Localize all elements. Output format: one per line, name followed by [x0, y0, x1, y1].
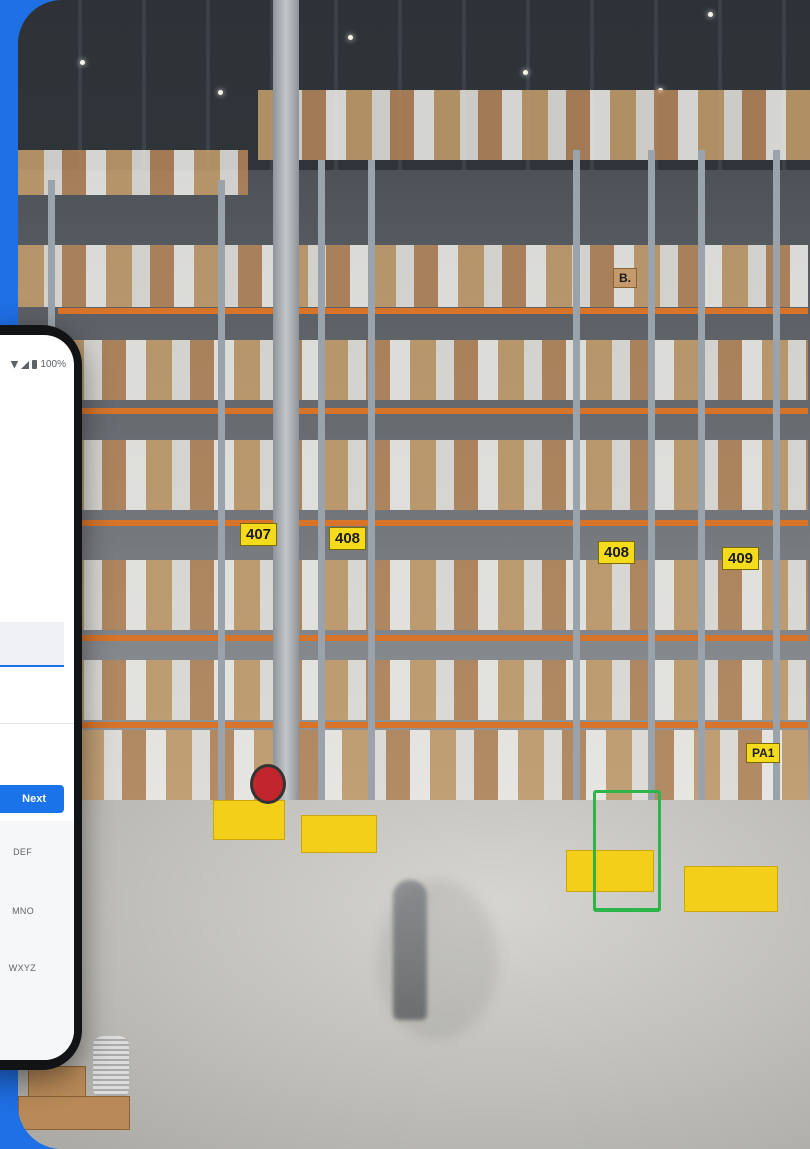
- ceiling-light: [80, 60, 85, 65]
- ceiling-light: [708, 12, 713, 17]
- rack-upright: [218, 180, 225, 810]
- keypad-key-wxyz[interactable]: WXYZ: [9, 963, 36, 973]
- yellow-bumper: [301, 815, 377, 853]
- stock-row: [58, 560, 808, 630]
- stock-row: [258, 90, 810, 160]
- divider: [0, 723, 74, 724]
- next-button[interactable]: Next: [0, 785, 64, 813]
- rack-upright: [573, 150, 580, 860]
- phone-screen: 100% Next DEF MNO WXYZ: [0, 335, 74, 1060]
- ceiling-light: [523, 70, 528, 75]
- rack-upright: [648, 150, 655, 860]
- pallet: [18, 1096, 130, 1130]
- wifi-icon: [10, 360, 19, 369]
- support-column: [273, 0, 299, 840]
- battery-level: 100%: [40, 359, 66, 370]
- rack-upright: [773, 150, 780, 880]
- aisle-sign: 407: [240, 523, 278, 546]
- ceiling-light: [218, 90, 223, 95]
- warehouse-photo: 407 408 408 409 PA1 B.: [18, 0, 810, 1149]
- rack-upright: [318, 160, 325, 840]
- keypad-key-mno[interactable]: MNO: [12, 906, 34, 916]
- aisle-sign: B.: [613, 268, 637, 288]
- blurred-person: [393, 880, 427, 1020]
- status-bar: 100%: [10, 359, 66, 370]
- wire-coil: [93, 1036, 129, 1098]
- green-cart: [593, 790, 661, 912]
- phone-mockup: 100% Next DEF MNO WXYZ: [0, 325, 82, 1070]
- rack-beam: [58, 308, 808, 314]
- signal-icon: [21, 360, 30, 369]
- yellow-bumper: [213, 800, 285, 840]
- stock-row: [58, 340, 808, 400]
- keypad-key-def[interactable]: DEF: [13, 847, 32, 857]
- hose-reel: [250, 764, 286, 804]
- yellow-bumper: [684, 866, 778, 912]
- aisle-sign: 408: [329, 527, 367, 550]
- stock-row: [18, 245, 808, 307]
- aisle-sign: PA1: [746, 743, 781, 763]
- battery-icon: [32, 360, 38, 369]
- aisle-sign: 409: [722, 547, 760, 570]
- aisle-sign: 408: [598, 541, 636, 564]
- ceiling-light: [348, 35, 353, 40]
- rack-upright: [698, 150, 705, 880]
- stock-row: [58, 440, 808, 510]
- rack-beam: [58, 520, 808, 526]
- rack-beam: [58, 635, 808, 641]
- stock-row: [58, 660, 808, 720]
- rack-upright: [368, 160, 375, 840]
- text-input[interactable]: [0, 622, 64, 667]
- numeric-keypad: DEF MNO WXYZ: [0, 821, 74, 1060]
- rack-beam: [58, 408, 808, 414]
